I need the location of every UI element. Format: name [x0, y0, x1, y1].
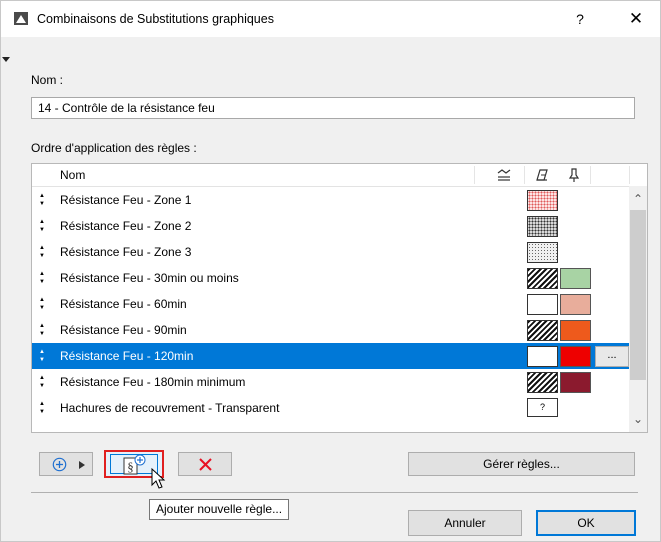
- rule-name: Résistance Feu - Zone 3: [60, 245, 192, 259]
- fill-swatch[interactable]: [527, 346, 558, 367]
- tooltip: Ajouter nouvelle règle...: [149, 499, 290, 520]
- rule-row[interactable]: ▲ ▼ Résistance Feu - 60min: [32, 291, 629, 317]
- close-button[interactable]: ✕: [621, 8, 651, 30]
- fill-swatch[interactable]: [527, 268, 558, 289]
- scroll-up-icon[interactable]: ⌃: [629, 192, 647, 206]
- rule-name: Résistance Feu - 60min: [60, 297, 187, 311]
- rule-name: Résistance Feu - Zone 1: [60, 193, 192, 207]
- circle-plus-icon: [52, 457, 67, 472]
- fill-swatch[interactable]: [527, 294, 558, 315]
- drag-handle-icon[interactable]: ▲ ▼: [37, 244, 47, 260]
- title-bar: Combinaisons de Substitutions graphiques…: [1, 1, 660, 37]
- fill-swatch[interactable]: [527, 190, 558, 211]
- background-color-swatch[interactable]: [560, 268, 591, 289]
- rule-row[interactable]: ▲ ▼ Résistance Feu - Zone 1: [32, 187, 629, 213]
- fill-swatch[interactable]: ?: [527, 398, 558, 417]
- red-x-icon: [199, 458, 212, 471]
- rule-row[interactable]: ▲ ▼ Résistance Feu - 90min: [32, 317, 629, 343]
- rule-name: Résistance Feu - 180min minimum: [60, 375, 246, 389]
- drag-handle-icon[interactable]: ▲ ▼: [37, 296, 47, 312]
- rules-list[interactable]: Nom ▲ ▼ Résistance Feu - Zone 1 ▲ ▼ Résistanc…: [31, 163, 648, 433]
- rules-order-label: Ordre d'application des règles :: [31, 141, 197, 155]
- rule-name: Résistance Feu - 30min ou moins: [60, 271, 239, 285]
- background-color-swatch[interactable]: [560, 320, 591, 341]
- drag-handle-icon[interactable]: ▲ ▼: [37, 374, 47, 390]
- window-title: Combinaisons de Substitutions graphiques: [37, 12, 274, 26]
- mouse-cursor-icon: [151, 467, 166, 489]
- add-menu-button[interactable]: [39, 452, 93, 476]
- rule-row[interactable]: ▲ ▼ Résistance Feu - 120min...: [32, 343, 629, 369]
- drag-handle-icon[interactable]: ▲ ▼: [37, 218, 47, 234]
- fill-swatch[interactable]: [527, 216, 558, 237]
- dropdown-arrow-icon: [79, 461, 85, 469]
- rule-name: Résistance Feu - Zone 2: [60, 219, 192, 233]
- name-label: Nom :: [31, 73, 64, 87]
- divider: [31, 492, 638, 493]
- rule-row[interactable]: ▲ ▼ Résistance Feu - 180min minimum: [32, 369, 629, 395]
- scroll-thumb[interactable]: [630, 210, 646, 380]
- rule-name: Résistance Feu - 90min: [60, 323, 187, 337]
- rule-name: Hachures de recouvrement - Transparent: [60, 401, 280, 415]
- fill-swatch[interactable]: [527, 372, 558, 393]
- drag-handle-icon[interactable]: ▲ ▼: [37, 322, 47, 338]
- list-header: Nom: [32, 164, 647, 187]
- more-options-button[interactable]: ...: [595, 346, 629, 367]
- fill-swatch[interactable]: [527, 242, 558, 263]
- list-scrollbar[interactable]: ⌃ ⌄: [629, 186, 647, 432]
- ok-button[interactable]: OK: [536, 510, 636, 536]
- fill-pattern-icon[interactable]: [534, 167, 550, 183]
- drag-handle-icon[interactable]: ▲ ▼: [37, 348, 47, 364]
- background-color-swatch[interactable]: [560, 372, 591, 393]
- delete-rule-button[interactable]: [178, 452, 232, 476]
- svg-text:§: §: [127, 459, 134, 474]
- name-input[interactable]: 14 - Contrôle de la résistance feu: [31, 97, 635, 119]
- rule-name: Résistance Feu - 120min: [60, 349, 194, 363]
- dialog-window: Combinaisons de Substitutions graphiques…: [0, 0, 661, 542]
- rule-row[interactable]: ▲ ▼ Résistance Feu - 30min ou moins: [32, 265, 629, 291]
- help-button[interactable]: ?: [567, 8, 593, 30]
- fill-swatch[interactable]: [527, 320, 558, 341]
- manage-rules-button[interactable]: Gérer règles...: [408, 452, 635, 476]
- scroll-down-icon[interactable]: ⌄: [629, 412, 647, 426]
- rule-row[interactable]: ▲ ▼ Résistance Feu - Zone 2: [32, 213, 629, 239]
- pen-icon[interactable]: [566, 167, 582, 183]
- layer-stack-icon[interactable]: [496, 167, 512, 183]
- cancel-button[interactable]: Annuler: [408, 510, 522, 536]
- drag-handle-icon[interactable]: ▲ ▼: [37, 192, 47, 208]
- column-name-header[interactable]: Nom: [60, 168, 85, 182]
- drag-handle-icon[interactable]: ▲ ▼: [37, 270, 47, 286]
- background-color-swatch[interactable]: [560, 346, 591, 367]
- rule-row[interactable]: ▲ ▼ Hachures de recouvrement - Transparent…: [32, 395, 629, 421]
- new-rule-icon: §: [123, 454, 146, 475]
- app-icon: [14, 12, 28, 25]
- drag-handle-icon[interactable]: ▲ ▼: [37, 400, 47, 416]
- collapse-arrow-icon[interactable]: [2, 57, 10, 62]
- rule-row[interactable]: ▲ ▼ Résistance Feu - Zone 3: [32, 239, 629, 265]
- background-color-swatch[interactable]: [560, 294, 591, 315]
